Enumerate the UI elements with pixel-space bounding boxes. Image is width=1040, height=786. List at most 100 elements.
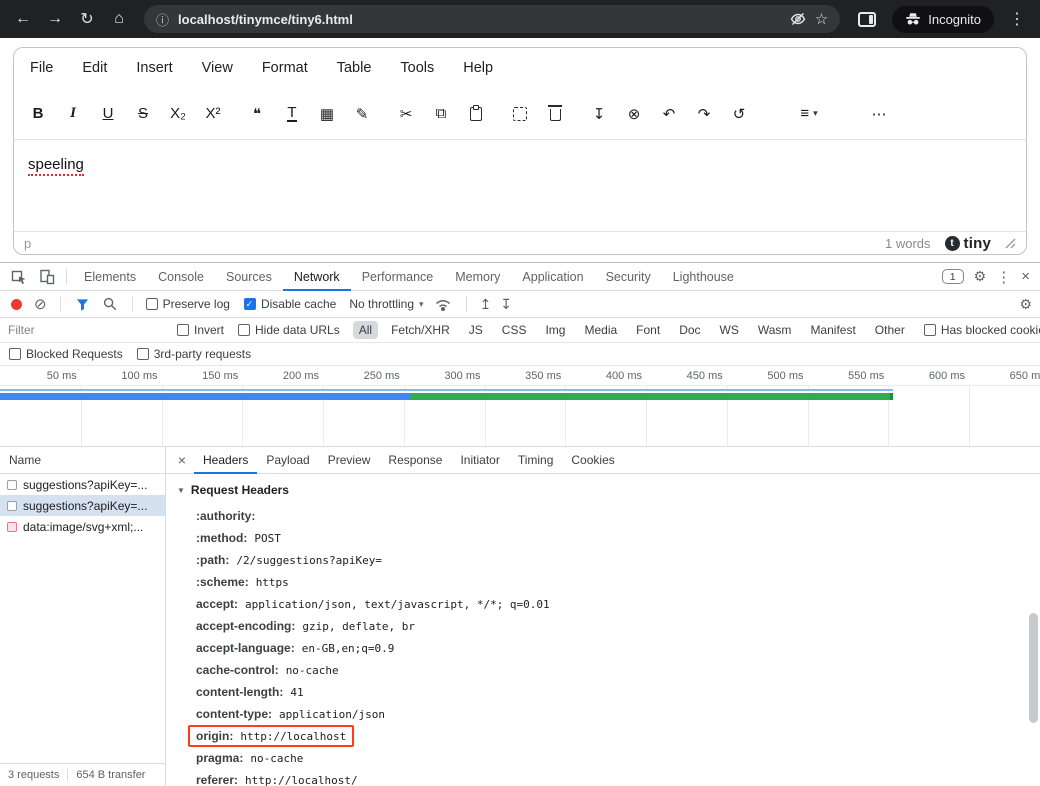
- filter-type-font[interactable]: Font: [630, 321, 666, 339]
- menu-tools[interactable]: Tools: [398, 58, 436, 78]
- home-button[interactable]: ⌂: [104, 4, 134, 34]
- tab-console[interactable]: Console: [147, 263, 215, 291]
- underline-button[interactable]: U: [94, 100, 122, 128]
- filter-type-other[interactable]: Other: [869, 321, 911, 339]
- issues-badge[interactable]: 1: [942, 269, 964, 284]
- export-har-icon[interactable]: ↧: [500, 296, 512, 313]
- filter-input[interactable]: [8, 323, 158, 337]
- inspect-element-icon[interactable]: [6, 264, 32, 290]
- record-icon[interactable]: [11, 299, 22, 310]
- cut-button[interactable]: ✂: [392, 100, 420, 128]
- tab-application[interactable]: Application: [511, 263, 594, 291]
- search-icon[interactable]: [101, 291, 119, 317]
- request-headers-section[interactable]: ▼ Request Headers: [177, 483, 1026, 497]
- menu-edit[interactable]: Edit: [80, 58, 109, 78]
- copy-button[interactable]: ⧉: [427, 100, 455, 128]
- tab-sources[interactable]: Sources: [215, 263, 283, 291]
- detail-tab-payload[interactable]: Payload: [257, 447, 318, 474]
- devtools-settings-icon[interactable]: ⚙: [974, 268, 987, 285]
- restore-draft-button[interactable]: ↺: [725, 100, 753, 128]
- filter-type-fetch-xhr[interactable]: Fetch/XHR: [385, 321, 456, 339]
- filter-type-all[interactable]: All: [353, 321, 378, 339]
- network-conditions-icon[interactable]: [433, 291, 453, 317]
- filter-type-doc[interactable]: Doc: [673, 321, 706, 339]
- text-color-button[interactable]: T: [278, 100, 306, 128]
- network-settings-icon[interactable]: ⚙: [1019, 296, 1032, 313]
- misspelled-word[interactable]: speeling: [28, 156, 84, 176]
- paste-button[interactable]: [462, 100, 490, 128]
- menu-table[interactable]: Table: [335, 58, 374, 78]
- devtools-close-icon[interactable]: ×: [1021, 268, 1030, 285]
- request-row[interactable]: suggestions?apiKey=...: [0, 474, 165, 495]
- menu-insert[interactable]: Insert: [134, 58, 174, 78]
- align-button[interactable]: ≡▾: [795, 100, 823, 128]
- detail-tab-headers[interactable]: Headers: [194, 447, 257, 474]
- menu-file[interactable]: File: [28, 58, 55, 78]
- detail-tab-timing[interactable]: Timing: [509, 447, 563, 474]
- blockquote-button[interactable]: ❝: [243, 100, 271, 128]
- split-screen-icon[interactable]: [858, 12, 876, 27]
- filter-type-css[interactable]: CSS: [496, 321, 533, 339]
- menu-help[interactable]: Help: [461, 58, 495, 78]
- detail-tab-response[interactable]: Response: [379, 447, 451, 474]
- superscript-button[interactable]: X²: [199, 100, 227, 128]
- hide-data-urls-checkbox[interactable]: Hide data URLs: [238, 323, 340, 337]
- url-text[interactable]: localhost/tinymce/tiny6.html: [178, 12, 781, 27]
- browser-menu-icon[interactable]: ⋮: [1002, 4, 1032, 34]
- word-count[interactable]: 1 words: [885, 236, 931, 251]
- filter-type-js[interactable]: JS: [463, 321, 489, 339]
- scrollbar-thumb[interactable]: [1029, 613, 1038, 723]
- tiny-logo[interactable]: t tiny: [945, 235, 991, 252]
- filter-type-wasm[interactable]: Wasm: [752, 321, 798, 339]
- clear-network-log-icon[interactable]: ⊘: [34, 297, 47, 312]
- detail-tab-preview[interactable]: Preview: [319, 447, 380, 474]
- filter-type-ws[interactable]: WS: [714, 321, 745, 339]
- invert-checkbox[interactable]: Invert: [177, 323, 224, 337]
- tab-elements[interactable]: Elements: [73, 263, 147, 291]
- insert-image-button[interactable]: ▦: [313, 100, 341, 128]
- disable-cache-checkbox[interactable]: Disable cache: [244, 297, 336, 311]
- more-toolbar-button[interactable]: ⋯: [865, 100, 893, 128]
- 3rd-party-requests-checkbox[interactable]: 3rd-party requests: [137, 347, 251, 361]
- italic-button[interactable]: I: [59, 100, 87, 128]
- site-info-icon[interactable]: ⓘ: [156, 10, 169, 29]
- eye-off-icon[interactable]: [790, 12, 806, 26]
- forward-button[interactable]: →: [40, 4, 70, 34]
- reload-button[interactable]: ↻: [72, 4, 102, 34]
- tab-lighthouse[interactable]: Lighthouse: [662, 263, 745, 291]
- preserve-log-checkbox[interactable]: Preserve log: [146, 297, 230, 311]
- select-all-button[interactable]: [506, 100, 534, 128]
- permanent-pen-button[interactable]: ✎: [348, 100, 376, 128]
- delete-button[interactable]: [541, 100, 569, 128]
- import-har-icon[interactable]: ↥: [480, 296, 492, 313]
- has-blocked-cookies-checkbox[interactable]: Has blocked cookies: [924, 323, 1040, 337]
- detail-tab-initiator[interactable]: Initiator: [451, 447, 508, 474]
- tab-network[interactable]: Network: [283, 263, 351, 291]
- throttling-select[interactable]: No throttling ▾: [349, 297, 423, 311]
- menu-view[interactable]: View: [200, 58, 235, 78]
- tab-performance[interactable]: Performance: [351, 263, 445, 291]
- filter-type-manifest[interactable]: Manifest: [804, 321, 861, 339]
- bookmark-star-icon[interactable]: ☆: [815, 10, 828, 28]
- device-toolbar-icon[interactable]: [34, 264, 60, 290]
- request-row[interactable]: data:image/svg+xml;...: [0, 516, 165, 537]
- menu-format[interactable]: Format: [260, 58, 310, 78]
- download-button[interactable]: ↧: [585, 100, 613, 128]
- close-detail-icon[interactable]: ×: [172, 452, 192, 468]
- tab-memory[interactable]: Memory: [444, 263, 511, 291]
- filter-funnel-icon[interactable]: [74, 291, 92, 317]
- detail-tab-cookies[interactable]: Cookies: [562, 447, 623, 474]
- request-row[interactable]: suggestions?apiKey=...: [0, 495, 165, 516]
- filter-type-media[interactable]: Media: [578, 321, 623, 339]
- resize-handle-icon[interactable]: [1005, 238, 1016, 249]
- back-button[interactable]: ←: [8, 4, 38, 34]
- name-column-header[interactable]: Name: [0, 447, 165, 474]
- bold-button[interactable]: B: [24, 100, 52, 128]
- redo-button[interactable]: ↷: [690, 100, 718, 128]
- editor-content[interactable]: speeling: [14, 140, 1026, 231]
- filter-type-img[interactable]: Img: [539, 321, 571, 339]
- network-overview[interactable]: 50 ms100 ms150 ms200 ms250 ms300 ms350 m…: [0, 366, 1040, 447]
- tab-security[interactable]: Security: [595, 263, 662, 291]
- devtools-menu-icon[interactable]: ⋮: [996, 268, 1011, 286]
- undo-button[interactable]: ↶: [655, 100, 683, 128]
